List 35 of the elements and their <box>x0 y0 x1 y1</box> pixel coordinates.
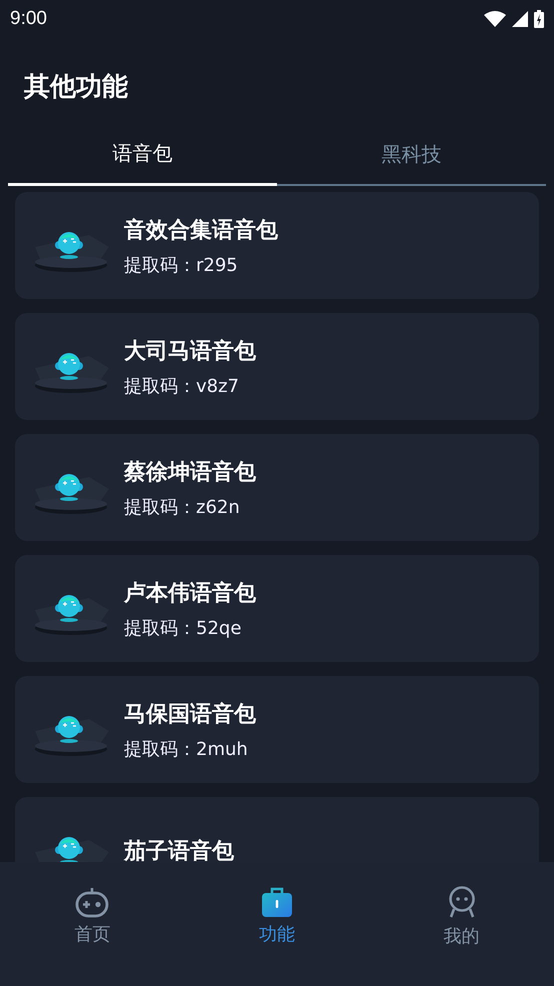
extraction-code: 提取码：r295 <box>124 254 239 276</box>
wifi-icon <box>484 11 506 27</box>
page-title: 其他功能 <box>24 70 128 104</box>
extraction-code: 提取码：z62n <box>124 496 241 518</box>
voice-pack-card[interactable]: 马保国语音包 提取码：2muh <box>15 676 539 783</box>
mascot-icon <box>34 230 110 273</box>
voice-pack-card[interactable]: 茄子语音包 <box>15 797 539 862</box>
pack-name: 大司马语音包 <box>124 338 256 366</box>
extraction-code: 提取码：2muh <box>124 738 249 760</box>
voice-pack-card[interactable]: 音效合集语音包 提取码：r295 <box>15 192 539 299</box>
nav-item[interactable]: 首页 <box>0 886 185 946</box>
mascot-icon <box>34 593 110 636</box>
pack-name: 蔡徐坤语音包 <box>124 458 256 486</box>
pack-name: 茄子语音包 <box>124 838 234 862</box>
battery-icon <box>534 10 544 28</box>
nav-item[interactable]: 我的 <box>369 886 554 948</box>
nav-item[interactable]: 功能 <box>184 886 370 946</box>
mascot-icon <box>34 714 110 757</box>
voice-pack-card[interactable]: 卢本伟语音包 提取码：52qe <box>15 555 539 662</box>
pack-name: 马保国语音包 <box>124 700 256 728</box>
pack-name: 卢本伟语音包 <box>124 580 256 608</box>
pack-name: 音效合集语音包 <box>124 216 278 244</box>
signal-icon <box>512 11 528 27</box>
voice-pack-card[interactable]: 蔡徐坤语音包 提取码：z62n <box>15 434 539 541</box>
extraction-code: 提取码：v8z7 <box>124 374 240 398</box>
status-time: 9:00 <box>10 8 47 30</box>
briefcase-icon <box>261 886 293 918</box>
robot-face-icon <box>446 886 477 920</box>
tab[interactable]: 语音包 <box>8 118 277 186</box>
gamepad-icon <box>75 886 110 918</box>
mascot-icon <box>34 472 110 515</box>
extraction-code: 提取码：52qe <box>124 616 242 640</box>
tab[interactable]: 黑科技 <box>277 118 546 186</box>
mascot-icon <box>34 351 110 394</box>
voice-pack-card[interactable]: 大司马语音包 提取码：v8z7 <box>15 313 539 420</box>
